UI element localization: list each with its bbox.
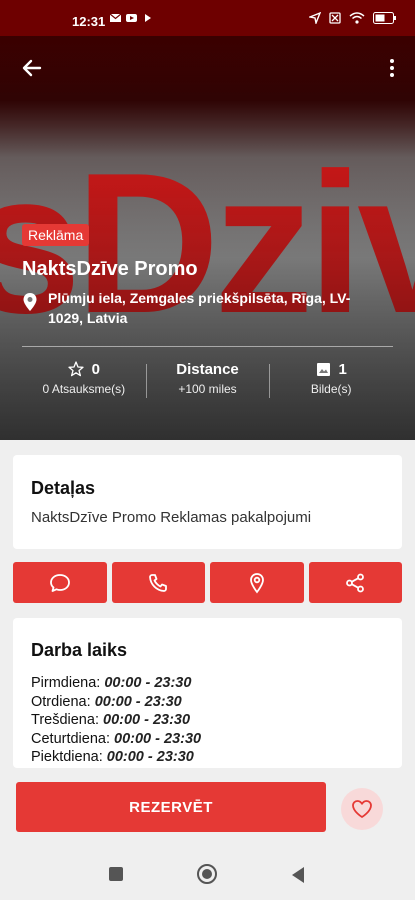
day-label: Otrdiena: <box>31 693 91 710</box>
action-buttons <box>13 562 402 603</box>
day-label: Piektdiena: <box>31 749 103 765</box>
photos-stat[interactable]: 1 Bilde(s) <box>269 356 393 408</box>
mail-icon <box>110 13 121 22</box>
time-range: 00:00 - 23:30 <box>103 712 191 728</box>
wifi-icon <box>349 12 365 24</box>
ad-badge: Reklāma <box>22 224 90 246</box>
details-heading: Detaļas <box>31 478 96 498</box>
hours-list: Pirmdiena: 00:00 - 23:30 Otrdiena: 00:00… <box>31 674 201 767</box>
reserve-button[interactable]: REZERVĒT <box>16 782 326 832</box>
heart-icon <box>352 800 372 818</box>
hours-heading: Darba laiks <box>31 640 128 660</box>
distance-title: Distance <box>176 360 239 378</box>
day-label: Pirmdiena: <box>31 675 101 691</box>
no-sim-icon <box>329 12 341 24</box>
location-pin-icon <box>23 293 37 311</box>
stats-row: 0 0 Atsauksme(s) Distance +100 miles 1 B… <box>22 356 393 408</box>
time-range: 00:00 - 23:30 <box>104 675 192 691</box>
photos-count: 1 <box>338 360 347 378</box>
hours-row: Pirmdiena: 00:00 - 23:30 <box>31 674 201 693</box>
system-icons <box>309 12 397 24</box>
details-text: NaktsDzīve Promo Reklamas pakalpojumi <box>31 509 312 526</box>
hours-row: Ceturtdiena: 00:00 - 23:30 <box>31 730 201 749</box>
favorite-button[interactable] <box>341 788 383 830</box>
time-range: 00:00 - 23:30 <box>94 693 182 710</box>
distance-value: +100 miles <box>178 382 237 396</box>
reviews-stat[interactable]: 0 0 Atsauksme(s) <box>22 356 146 408</box>
notification-icons <box>110 13 153 23</box>
status-bar: 12:31 <box>0 0 415 36</box>
youtube-icon <box>126 14 137 22</box>
working-hours-card: Darba laiks Pirmdiena: 00:00 - 23:30 Otr… <box>13 618 402 768</box>
time-range: 00:00 - 23:30 <box>114 730 202 747</box>
more-vert-icon[interactable] <box>383 54 401 82</box>
message-button[interactable] <box>13 562 107 603</box>
hours-row: Trešdiena: 00:00 - 23:30 <box>31 711 201 730</box>
location-pin-icon <box>249 572 264 593</box>
battery-icon <box>373 12 396 24</box>
address[interactable]: Plūmju iela, Zemgales priekšpilsēta, Rīg… <box>22 288 382 328</box>
hero-banner: sDzive Reklāma NaktsDzīve Promo Plūmju i… <box>0 36 415 440</box>
home-icon[interactable] <box>197 864 217 884</box>
time-range: 00:00 - 23:30 <box>106 749 194 765</box>
hours-row: Otrdiena: 00:00 - 23:30 <box>31 693 201 712</box>
share-icon <box>346 573 365 592</box>
photos-label: Bilde(s) <box>310 382 352 396</box>
distance-stat: Distance +100 miles <box>145 356 270 408</box>
play-icon <box>145 14 151 22</box>
back-arrow-icon[interactable] <box>18 54 46 82</box>
recents-icon[interactable] <box>109 867 123 881</box>
share-button[interactable] <box>308 562 402 603</box>
call-button[interactable] <box>111 562 205 603</box>
phone-icon <box>149 573 168 592</box>
star-icon <box>68 361 84 377</box>
nav-back-icon[interactable] <box>292 867 304 883</box>
reviews-label: 0 Atsauksme(s) <box>42 382 126 396</box>
details-card: Detaļas NaktsDzīve Promo Reklamas pakalp… <box>13 455 402 549</box>
chat-icon <box>49 573 70 592</box>
image-icon <box>316 362 330 376</box>
day-label: Ceturtdiena: <box>31 730 110 747</box>
directions-button[interactable] <box>210 562 304 603</box>
address-text: Plūmju iela, Zemgales priekšpilsēta, Rīg… <box>48 290 351 326</box>
venue-title: NaktsDzīve Promo <box>22 258 198 280</box>
hours-row: Piektdiena: 00:00 - 23:30 <box>31 748 201 767</box>
status-time: 12:31 <box>72 14 106 29</box>
bottom-action-bar: REZERVĒT <box>0 768 415 840</box>
divider <box>22 346 393 347</box>
day-label: Trešdiena: <box>31 712 99 728</box>
reviews-count: 0 <box>91 360 100 378</box>
system-nav-bar <box>0 840 415 900</box>
location-arrow-icon <box>309 12 321 24</box>
